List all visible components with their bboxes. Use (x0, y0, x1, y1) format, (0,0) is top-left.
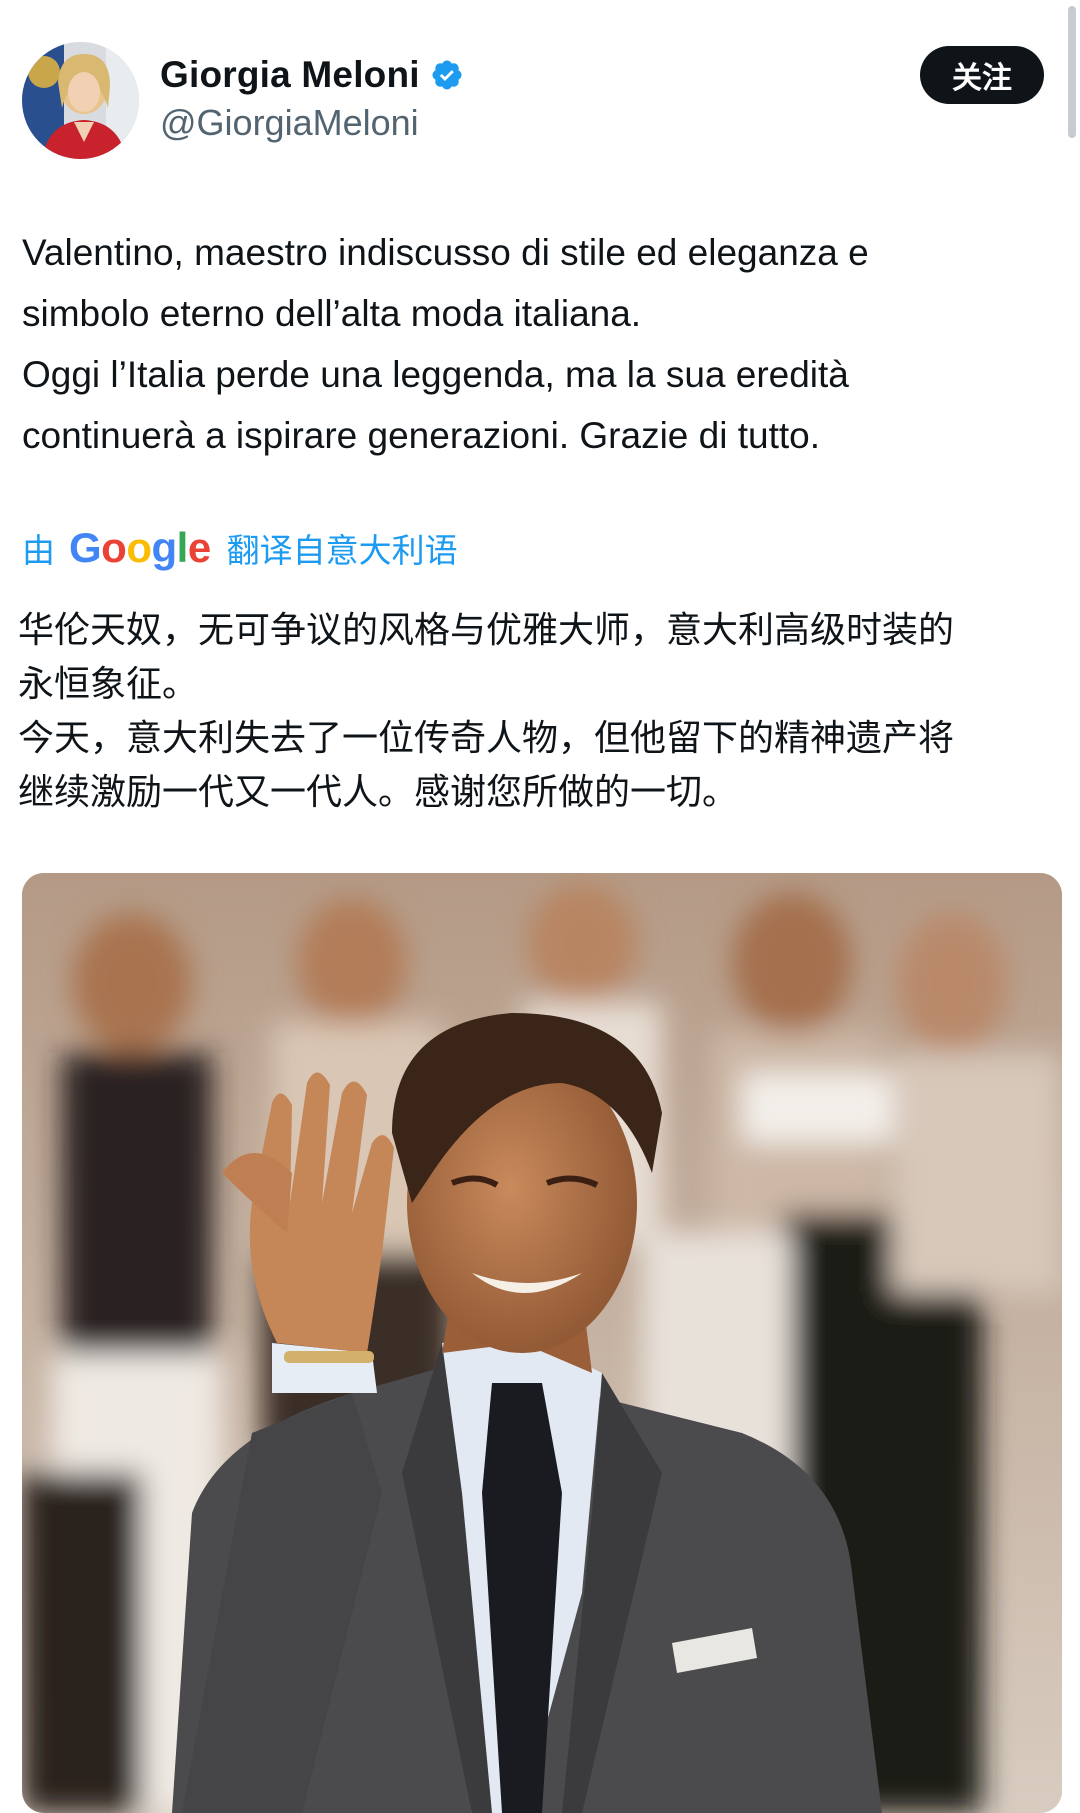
author-name-row[interactable]: Giorgia Meloni (160, 50, 464, 100)
author-display-name[interactable]: Giorgia Meloni (160, 54, 420, 96)
author-handle[interactable]: @GiorgiaMeloni (160, 102, 419, 144)
tweet-text-line: simbolo eterno dell’alta moda italiana. (22, 293, 642, 334)
translated-text-line: 今天，意大利失去了一位传奇人物，但他留下的精神遗产将 (18, 718, 955, 759)
translated-text: 华伦天奴，无可争议的风格与优雅大师，意大利高级时装的 永恒象征。 今天，意大利失… (18, 604, 1058, 820)
tweet-text-line: Oggi l’Italia perde una leggenda, ma la … (22, 354, 849, 395)
tweet-text: Valentino, maestro indiscusso di stile e… (22, 222, 1052, 466)
translated-text-line: 华伦天奴，无可争议的风格与优雅大师，意大利高级时装的 (18, 610, 955, 651)
tweet-text-line: Valentino, maestro indiscusso di stile e… (22, 232, 869, 273)
tweet-header: Giorgia Meloni @GiorgiaMeloni 关注 (0, 0, 1080, 175)
translated-text-line: 继续激励一代又一代人。感谢您所做的一切。 (18, 772, 739, 813)
tweet-text-line: continuerà a ispirare generazioni. Grazi… (22, 415, 820, 456)
avatar[interactable] (22, 42, 139, 159)
translation-attribution[interactable]: 由 Google 翻译自意大利语 (22, 520, 458, 576)
translated-text-line: 永恒象征。 (18, 664, 199, 705)
scrollbar[interactable] (1068, 6, 1076, 138)
translation-suffix: 翻译自意大利语 (226, 531, 458, 570)
profile-photo-icon (22, 42, 139, 159)
google-logo: Google (69, 524, 211, 571)
translation-prefix: 由 (22, 531, 55, 570)
photo-image (22, 873, 1062, 1813)
verified-badge-icon (430, 58, 464, 92)
tweet-photo[interactable] (22, 873, 1062, 1813)
follow-button[interactable]: 关注 (920, 46, 1044, 104)
